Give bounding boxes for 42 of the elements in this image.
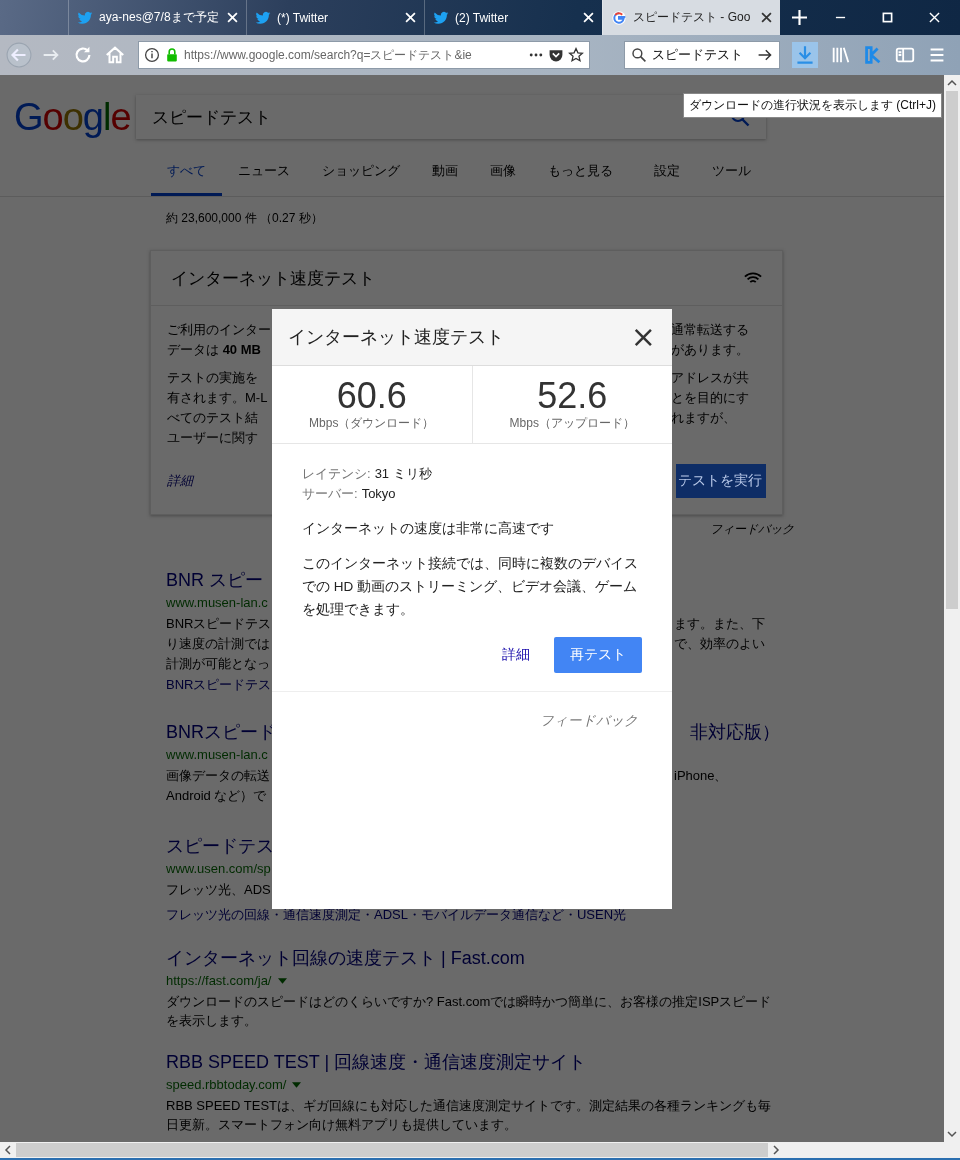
card-text: れますが、: [671, 409, 737, 427]
card-text: べてのテスト結: [167, 409, 259, 427]
card-text: ユーザーに関す: [167, 429, 259, 447]
card-text: データは 40 MB: [167, 341, 262, 359]
detail-label: サーバー:: [302, 486, 358, 501]
result-snippet: BNRスピードテス: [166, 615, 272, 633]
result-url: speed.rbbtoday.com/: [166, 1076, 287, 1094]
card-text: アドレスが共: [671, 369, 750, 387]
result-stats: 約 23,600,000 件 （0.27 秒）: [166, 210, 324, 226]
result-snippet: RBB SPEED TESTは、ギガ回線にも対応した通信速度測定サイトです。測定結果の各種ランキングも毎日更新。スマートフォン向け無料アプリも提供しています。: [166, 1097, 772, 1134]
card-text: ご利用のインター: [167, 321, 272, 339]
speed-unit: Mbps（ダウンロード）: [309, 415, 435, 432]
result-snippet: Android など）で: [166, 787, 267, 805]
card-text: 有されます。M-L: [167, 389, 269, 407]
result-snippet: 画像データの転送: [166, 767, 270, 785]
detail-value: 31 ミリ秒: [374, 466, 432, 481]
detail-value: Tokyo: [361, 486, 396, 501]
result-snippet: ダウンロードのスピードはどのくらいですか? Fast.comでは瞬時かつ簡単に、お客様の推定ISPスピードを表示します。: [166, 993, 773, 1030]
speed-description: このインターネット接続では、同時に複数のデバイスでの HD 動画のストリーミング、ビデオ会議、ゲームを処理できます。: [302, 555, 639, 619]
result-snippet: で、効率のよい: [674, 635, 766, 653]
result-snippet: 計測が可能となっ: [166, 655, 270, 673]
speed-verdict: インターネットの速度は非常に高速です: [302, 520, 555, 538]
result-snippet: り速度の計測では: [166, 635, 270, 653]
result-url: www.usen.com/sp: [166, 860, 271, 878]
card-title: インターネット速度テスト: [171, 267, 375, 290]
card-text: があります。: [671, 341, 750, 359]
card-text: 通常転送する: [671, 321, 750, 339]
result-url: www.musen-lan.c: [166, 594, 268, 612]
speed-value: 52.6: [537, 377, 608, 415]
result-url: https://fast.com/ja/: [166, 972, 272, 990]
result-url: www.musen-lan.c: [166, 746, 268, 764]
speed-value: 60.6: [336, 377, 407, 415]
tooltip: ダウンロードの進行状況を表示します (Ctrl+J): [683, 93, 942, 118]
result-snippet: ます。また、下: [674, 615, 766, 633]
result-snippet: iPhone、: [674, 767, 729, 785]
result-snippet: フレッツ光、ADS: [166, 881, 271, 899]
dialog-title: インターネット速度テスト: [288, 326, 504, 349]
detail-label: レイテンシ:: [302, 466, 371, 481]
url-text: https://www.google.com/search?q=スピードテスト&ie: [184, 46, 473, 64]
card-text: テストの実施を: [167, 369, 259, 387]
speed-unit: Mbps（アップロード）: [509, 415, 635, 432]
card-text: とを目的にす: [671, 389, 750, 407]
